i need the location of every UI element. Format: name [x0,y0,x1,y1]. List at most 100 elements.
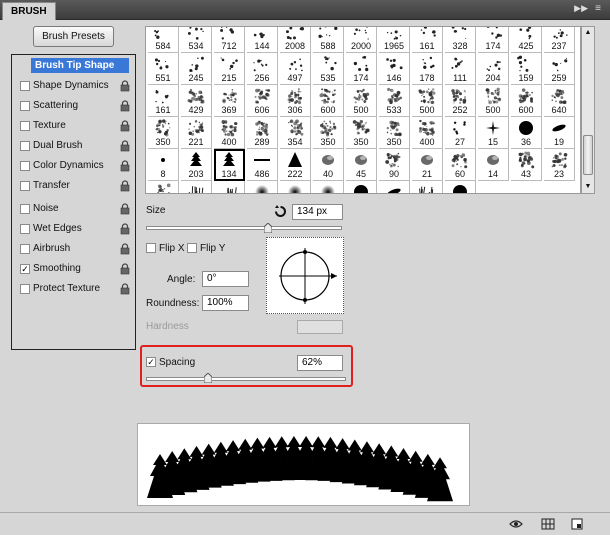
size-slider-thumb[interactable] [264,223,272,233]
brush-tip-cell[interactable]: 30 [445,181,476,193]
brush-tip-cell[interactable]: 534 [181,27,212,53]
brush-tip-cell[interactable]: 712 [214,27,245,53]
brush-tip-cell[interactable]: 40 [313,149,344,181]
brush-tip-cell[interactable]: 159 [511,53,542,85]
brush-tip-cell[interactable]: 43 [511,149,542,181]
list-item-texture[interactable]: Texture [12,117,135,135]
brush-tip-cell[interactable]: 2000 [346,27,377,53]
checkbox[interactable] [20,284,30,294]
brush-tip-cell[interactable]: 25 [280,181,311,193]
checkbox[interactable] [20,101,30,111]
brush-tip-cell[interactable]: 146 [379,53,410,85]
brush-tip-cell[interactable]: 606 [247,85,278,117]
brush-tip-cell[interactable]: 21 [247,181,278,193]
brush-tip-cell[interactable]: 289 [247,117,278,149]
brush-tip-cell[interactable]: 20 [313,181,344,193]
brush-tip-cell[interactable]: 90 [379,149,410,181]
spacing-checkbox[interactable]: ✓ [146,357,156,367]
brush-tip-cell[interactable]: 237 [544,27,575,53]
lock-icon[interactable] [120,223,130,235]
checkbox[interactable] [20,224,30,234]
brush-tip-cell[interactable]: 58 [148,181,179,193]
panel-menu-icon[interactable]: ≡ [592,3,604,15]
list-item-dual-brush[interactable]: Dual Brush [12,137,135,155]
brush-tip-cell[interactable]: 350 [379,117,410,149]
checkbox[interactable] [20,141,30,151]
spacing-field[interactable]: 62% [297,355,343,371]
list-item-transfer[interactable]: Transfer [12,177,135,195]
brush-tip-cell[interactable]: 350 [313,117,344,149]
brush-tip-cell[interactable]: 306 [280,85,311,117]
size-field[interactable]: 134 px [292,204,343,220]
brush-tip-cell[interactable]: 15 [478,117,509,149]
brush-tip-cell[interactable]: 14 [478,149,509,181]
brush-tip-cell[interactable]: 174 [346,53,377,85]
brush-tip-cell[interactable]: 144 [247,27,278,53]
angle-field[interactable]: 0° [202,271,249,287]
brush-tip-cell[interactable]: 369 [214,85,245,117]
brush-tip-cell[interactable]: 259 [544,53,575,85]
eye-icon[interactable] [509,518,523,530]
brush-tip-cell[interactable]: 256 [247,53,278,85]
brush-presets-button[interactable]: Brush Presets [33,26,114,47]
brush-tip-cell[interactable]: 551 [148,53,179,85]
spacing-slider-track[interactable] [146,377,346,381]
list-item-brush-tip-shape[interactable]: Brush Tip Shape [12,57,135,75]
lock-icon[interactable] [120,80,130,92]
brush-tip-cell[interactable]: 497 [280,53,311,85]
collapse-panel-icon[interactable]: ▶▶ [574,3,588,14]
lock-icon[interactable] [120,120,130,132]
reset-size-icon[interactable] [274,205,287,218]
brush-tip-cell[interactable]: 600 [511,85,542,117]
roundness-field[interactable]: 100% [202,295,249,311]
scroll-down-icon[interactable]: ▼ [582,181,594,193]
lock-icon[interactable] [120,100,130,112]
grid-icon[interactable] [541,518,555,530]
size-slider-track[interactable] [146,226,342,230]
brush-tip-cell[interactable]: 486 [247,149,278,181]
brush-tip-cell[interactable]: 215 [214,53,245,85]
brush-tip-cell[interactable]: 161 [148,85,179,117]
checkbox[interactable] [20,81,30,91]
brush-tip-cell[interactable]: 23 [544,149,575,181]
brush-tip-cell[interactable]: 245 [181,53,212,85]
lock-icon[interactable] [120,283,130,295]
brush-tip-cell[interactable]: 36 [511,117,542,149]
brush-tip-cell[interactable]: 45 [346,149,377,181]
scroll-thumb[interactable] [583,135,593,175]
brush-tip-cell[interactable]: 19 [544,117,575,149]
brush-tip-cell[interactable]: 400 [214,117,245,149]
brush-tab[interactable]: BRUSH [2,2,56,20]
brush-tip-cell[interactable]: 533 [379,85,410,117]
brush-tip-cell[interactable]: 328 [445,27,476,53]
brush-tip-cell[interactable]: 174 [478,27,509,53]
brush-tip-cell[interactable]: 588 [313,27,344,53]
lock-icon[interactable] [120,243,130,255]
brush-tip-cell[interactable]: 178 [412,53,443,85]
list-item-airbrush[interactable]: Airbrush [12,240,135,258]
lock-icon[interactable] [120,180,130,192]
brush-tip-cell[interactable]: 350 [346,117,377,149]
brush-tip-cell[interactable]: 400 [412,117,443,149]
list-item-smoothing[interactable]: ✓ Smoothing [12,260,135,278]
brush-tip-cell[interactable]: 25 [346,181,377,193]
lock-icon[interactable] [120,140,130,152]
brush-tip-cell[interactable]: 535 [313,53,344,85]
brush-tip-cell[interactable]: 222 [280,149,311,181]
checkbox[interactable] [20,161,30,171]
brush-tip-cell[interactable]: 640 [544,85,575,117]
flip-y-checkbox[interactable] [187,243,197,253]
brush-grid-scrollbar[interactable]: ▲ ▼ [581,26,595,194]
angle-roundness-preview[interactable] [266,237,344,314]
brush-tip-cell[interactable]: 60 [445,149,476,181]
brush-tip-cell[interactable]: 8 [148,149,179,181]
lock-icon[interactable] [120,203,130,215]
brush-tip-cell[interactable]: 27 [445,117,476,149]
brush-tip-cell[interactable]: 161 [412,27,443,53]
list-item-protect-texture[interactable]: Protect Texture [12,280,135,298]
lock-icon[interactable] [120,160,130,172]
brush-tip-cell[interactable]: 45 [379,181,410,193]
brush-tip-cell[interactable]: 75 [181,181,212,193]
brush-tip-cell[interactable]: 500 [346,85,377,117]
brush-tip-cell[interactable]: 354 [280,117,311,149]
